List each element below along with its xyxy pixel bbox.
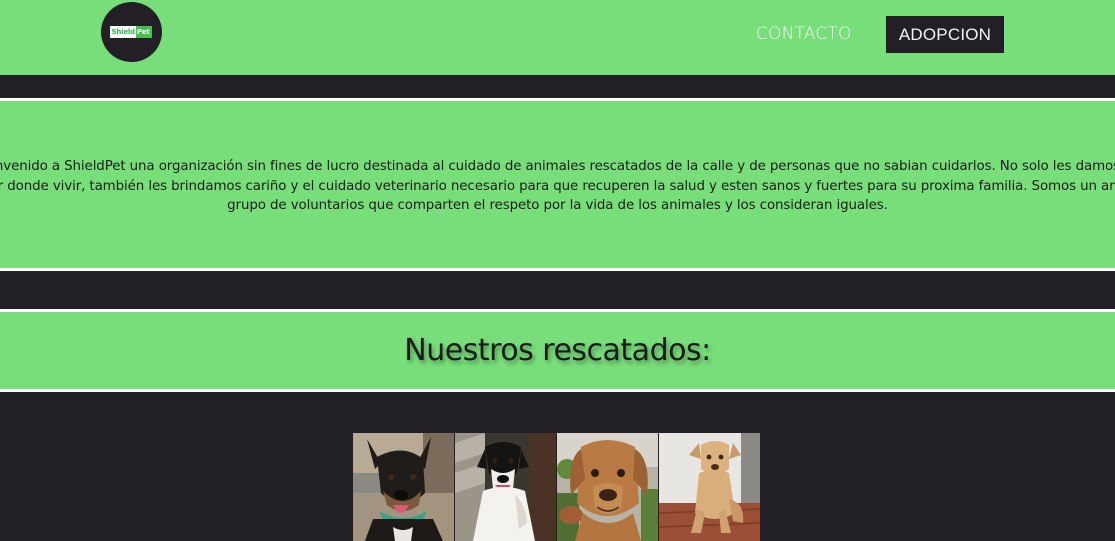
dog-photo-4[interactable] <box>659 433 760 541</box>
dog-photo-3[interactable] <box>557 433 658 541</box>
divider-band <box>0 271 1115 309</box>
rescued-heading-section: Nuestros rescatados: <box>0 312 1115 389</box>
dog-photo-1[interactable] <box>353 433 454 541</box>
site-header: Shield Pet CONTACTO ADOPCION <box>0 0 1115 75</box>
nav-button-adopcion[interactable]: ADOPCION <box>886 16 1004 53</box>
nav-link-contacto[interactable]: CONTACTO <box>756 22 852 46</box>
intro-paragraph: Bienvenido a ShieldPet una organización … <box>0 159 1115 213</box>
logo-tagline-mark <box>116 37 128 38</box>
shieldpet-logo[interactable]: Shield Pet <box>101 2 162 62</box>
dog-photo-2[interactable] <box>455 433 556 541</box>
divider-band <box>0 75 1115 98</box>
rescued-title: Nuestros rescatados: <box>404 333 711 368</box>
logo-text-pet: Pet <box>135 26 152 38</box>
rescued-gallery <box>0 392 1115 541</box>
intro-section: Bienvenido a ShieldPet una organización … <box>0 101 1115 268</box>
